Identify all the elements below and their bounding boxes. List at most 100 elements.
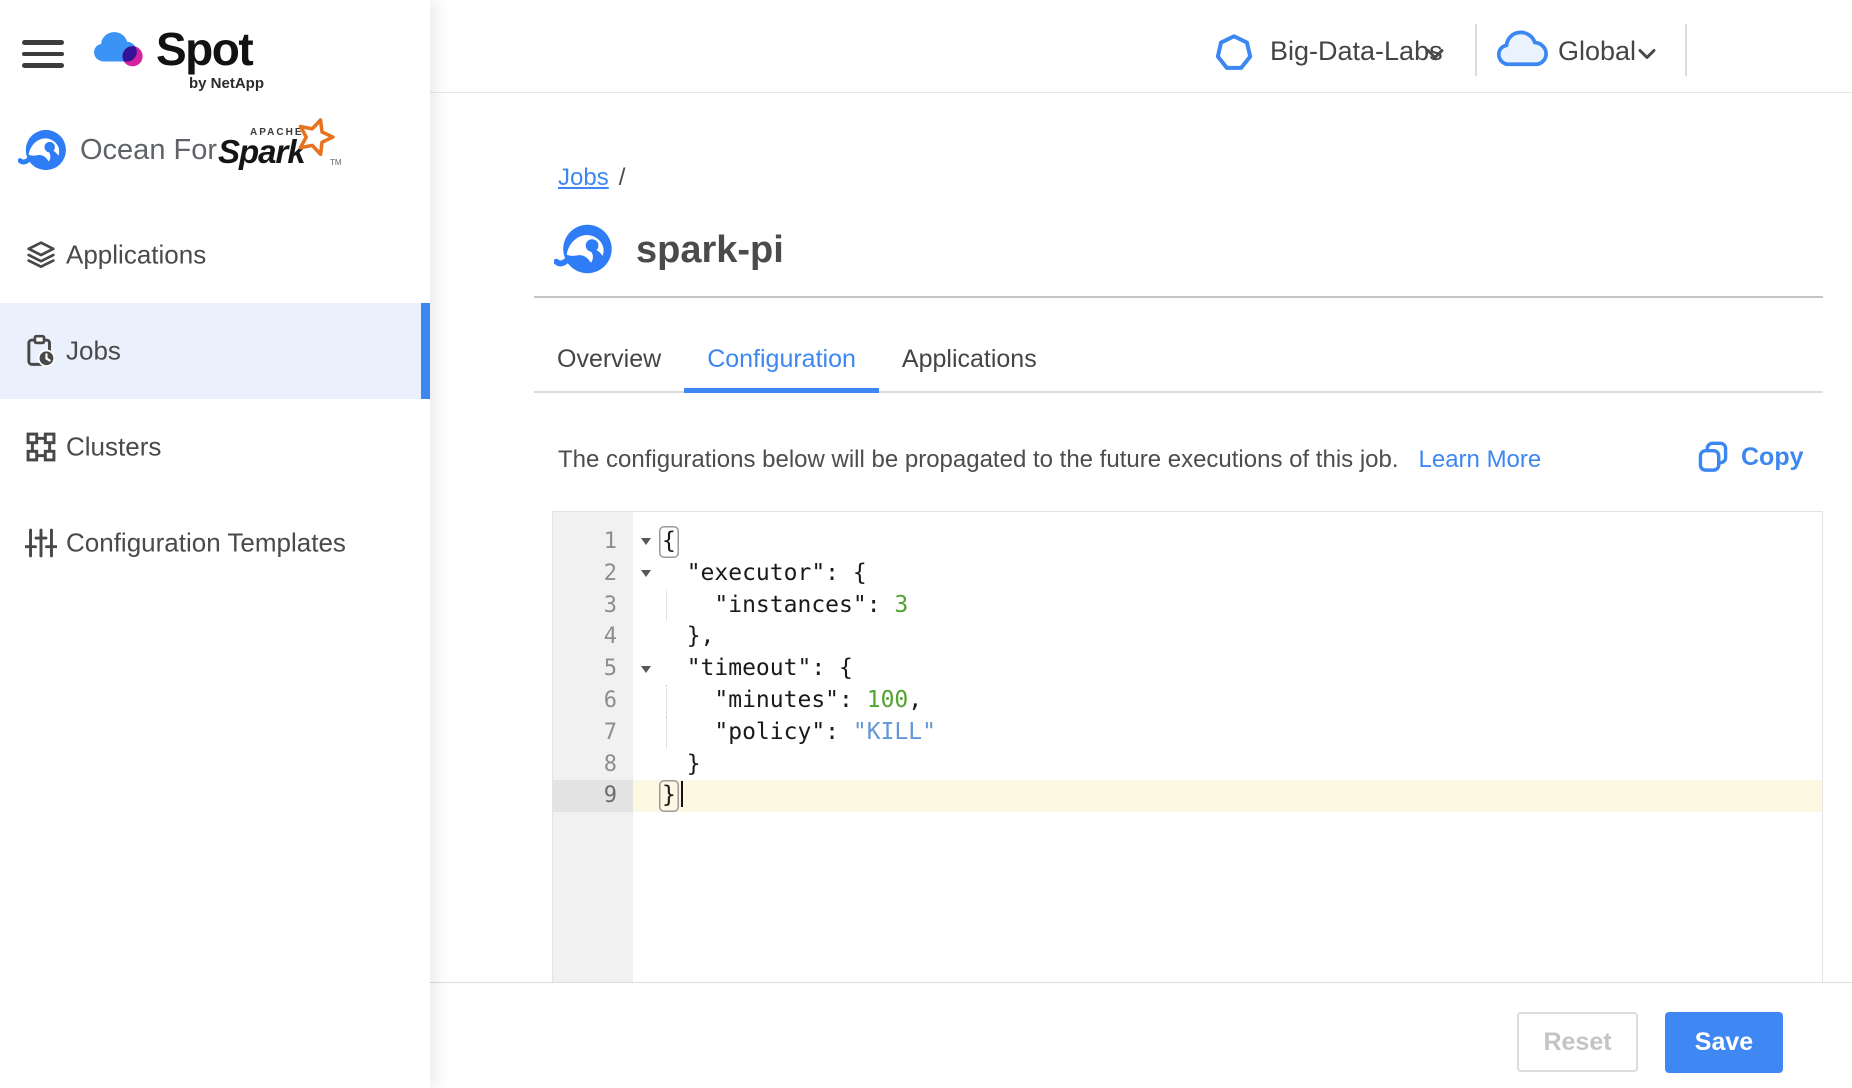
fold-widget [633,717,659,749]
code-line[interactable]: } [659,780,1822,812]
trademark-label: TM [330,158,342,167]
code-token-plain: "timeout": { [659,655,853,681]
editor-line[interactable]: 7 "policy": "KILL" [553,717,1822,749]
layers-icon [25,239,57,271]
clipboard-clock-icon [25,334,57,368]
editor-line[interactable]: 6 "minutes": 100, [553,685,1822,717]
sidebar-nav: Applications Jobs [0,207,430,591]
heptagon-icon [1213,31,1255,73]
spark-star-icon [294,116,336,158]
save-button[interactable]: Save [1665,1012,1783,1073]
code-line[interactable]: "minutes": 100, [659,685,1822,717]
region-name[interactable]: Global [1558,36,1636,67]
org-dropdown[interactable] [1213,31,1255,73]
code-token-bracket: } [659,780,679,812]
text-cursor [681,781,684,807]
brand-byline: by NetApp [189,75,264,92]
header-divider [1475,24,1477,76]
fold-widget [633,558,659,590]
indent-guide [666,717,667,749]
line-number: 8 [553,749,633,781]
code-line[interactable]: "executor": { [659,558,1822,590]
sidebar-item-clusters[interactable]: Clusters [0,399,430,495]
editor-line[interactable]: 9} [553,780,1822,812]
tab-configuration[interactable]: Configuration [684,330,879,393]
line-number: 2 [553,558,633,590]
tab-overview[interactable]: Overview [534,330,684,393]
copy-button-label: Copy [1741,443,1804,472]
code-token-plain: "executor": { [659,560,867,586]
sidebar-item-applications[interactable]: Applications [0,207,430,303]
fold-arrow-icon[interactable] [641,538,651,545]
code-token-number: 100 [867,687,909,713]
reset-button[interactable]: Reset [1517,1012,1638,1072]
sidebar-item-label: Applications [66,240,206,271]
learn-more-link[interactable]: Learn More [1419,446,1542,473]
line-number: 3 [553,590,633,622]
fold-widget [633,590,659,622]
code-token-plain: , [908,687,922,713]
editor-line[interactable]: 1{ [553,526,1822,558]
spark-label: Spark [218,133,305,171]
code-line[interactable]: } [659,749,1822,781]
apache-spark-logo: APACHE Spark TM [218,120,338,176]
tab-applications[interactable]: Applications [879,330,1060,393]
code-token-number: 3 [894,592,908,618]
code-editor-rows: 1{2 "executor": {3 "instances": 34 },5 "… [553,526,1822,812]
code-line[interactable]: { [659,526,1822,558]
json-config-editor[interactable]: 1{2 "executor": {3 "instances": 34 },5 "… [552,511,1823,982]
top-header: Big-Data-Labs Global [430,0,1852,93]
fold-widget [633,653,659,685]
action-footer: Reset Save [430,983,1852,1088]
breadcrumb-separator: / [619,164,626,191]
sidebar-item-configuration-templates[interactable]: Configuration Templates [0,495,430,591]
line-number: 9 [553,780,633,812]
code-token-plain: "minutes": [659,687,867,713]
breadcrumb-jobs-link[interactable]: Jobs [558,164,609,191]
chevron-down-icon [1638,48,1656,60]
spot-cloud-logo-icon [90,24,152,74]
line-number: 6 [553,685,633,717]
ocean-wave-icon [18,128,68,172]
fold-arrow-icon[interactable] [641,666,651,673]
editor-line[interactable]: 4 }, [553,621,1822,653]
code-line[interactable]: "timeout": { [659,653,1822,685]
editor-line[interactable]: 8 } [553,749,1822,781]
code-line[interactable]: "policy": "KILL" [659,717,1822,749]
fold-widget [633,780,659,812]
brand-name: Spot [156,22,252,76]
spot-logo[interactable]: Spot by NetApp [90,22,310,92]
editor-line[interactable]: 5 "timeout": { [553,653,1822,685]
fold-arrow-icon[interactable] [641,570,651,577]
code-line[interactable]: }, [659,621,1822,653]
fold-widget [633,621,659,653]
editor-line[interactable]: 2 "executor": { [553,558,1822,590]
line-number: 5 [553,653,633,685]
fold-widget [633,749,659,781]
sidebar-item-label: Clusters [66,432,161,463]
code-token-bracket: { [659,526,679,558]
cloud-icon [1496,28,1550,72]
line-number: 1 [553,526,633,558]
product-home-link[interactable]: Ocean For APACHE Spark TM [18,120,368,176]
copy-button[interactable]: Copy [1698,441,1804,473]
sidebar-item-label: Jobs [66,336,121,367]
code-token-plain: } [659,751,701,777]
menu-icon[interactable] [22,40,64,68]
region-dropdown[interactable] [1496,28,1550,72]
job-wave-icon [554,222,614,276]
sidebar-item-jobs[interactable]: Jobs [0,303,430,399]
org-name[interactable]: Big-Data-Labs [1270,36,1443,67]
indent-guide [666,685,667,717]
code-line[interactable]: "instances": 3 [659,590,1822,622]
code-token-string: "KILL" [853,719,936,745]
title-divider [534,296,1823,298]
nodes-grid-icon [25,431,57,463]
page-title: spark-pi [636,229,784,272]
breadcrumb: Jobs / [558,164,625,192]
editor-line[interactable]: 3 "instances": 3 [553,590,1822,622]
config-description: The configurations below will be propaga… [558,446,1541,474]
chevron-down-icon [1426,48,1444,60]
tab-bar: Overview Configuration Applications [534,330,1823,393]
app-window: Spot by NetApp Ocean For APACHE Spark [0,0,1852,1088]
